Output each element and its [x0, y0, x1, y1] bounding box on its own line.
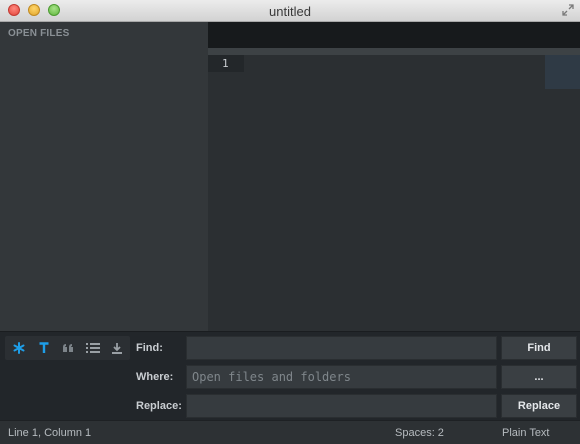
- window-title: untitled: [269, 4, 311, 19]
- tab-bar[interactable]: [208, 22, 580, 48]
- replace-button[interactable]: Replace: [501, 394, 577, 418]
- find-button[interactable]: Find: [501, 336, 577, 360]
- tab-bar-divider: [208, 48, 580, 55]
- list-toggle[interactable]: [82, 336, 104, 360]
- replace-input[interactable]: [186, 394, 497, 418]
- find-input[interactable]: [186, 336, 497, 360]
- minimap-viewport[interactable]: [545, 55, 580, 89]
- download-icon: [112, 343, 122, 354]
- regex-toggle[interactable]: [8, 336, 30, 360]
- find-panel: Find: Find Where: ... Replace: Replace: [0, 331, 580, 420]
- whole-word-toggle[interactable]: [57, 336, 79, 360]
- whole-word-icon: [63, 344, 73, 352]
- regex-icon: [13, 342, 25, 354]
- editor-area[interactable]: 1: [208, 55, 580, 331]
- app-window: untitled OPEN FILES 1 Find: Find Where: …: [0, 0, 580, 444]
- list-icon: [86, 343, 100, 353]
- replace-label: Replace:: [136, 400, 182, 412]
- syntax-selector[interactable]: Plain Text: [502, 427, 550, 439]
- where-options-button[interactable]: ...: [501, 365, 577, 389]
- case-sensitive-icon: [39, 342, 49, 353]
- download-toggle[interactable]: [106, 336, 128, 360]
- line-number: 1: [208, 55, 244, 72]
- title-bar: untitled: [0, 0, 580, 22]
- sidebar: OPEN FILES: [0, 22, 208, 331]
- find-options-group: [5, 336, 130, 360]
- where-input[interactable]: [186, 365, 497, 389]
- open-files-header: OPEN FILES: [8, 28, 70, 39]
- cursor-position: Line 1, Column 1: [8, 427, 92, 439]
- case-sensitive-toggle[interactable]: [33, 336, 55, 360]
- where-label: Where:: [136, 371, 174, 383]
- find-label: Find:: [136, 342, 163, 354]
- fullscreen-icon[interactable]: [562, 4, 574, 16]
- status-bar: Line 1, Column 1 Spaces: 2 Plain Text: [0, 420, 580, 444]
- indentation-setting[interactable]: Spaces: 2: [395, 427, 444, 439]
- line-gutter: 1: [208, 55, 244, 331]
